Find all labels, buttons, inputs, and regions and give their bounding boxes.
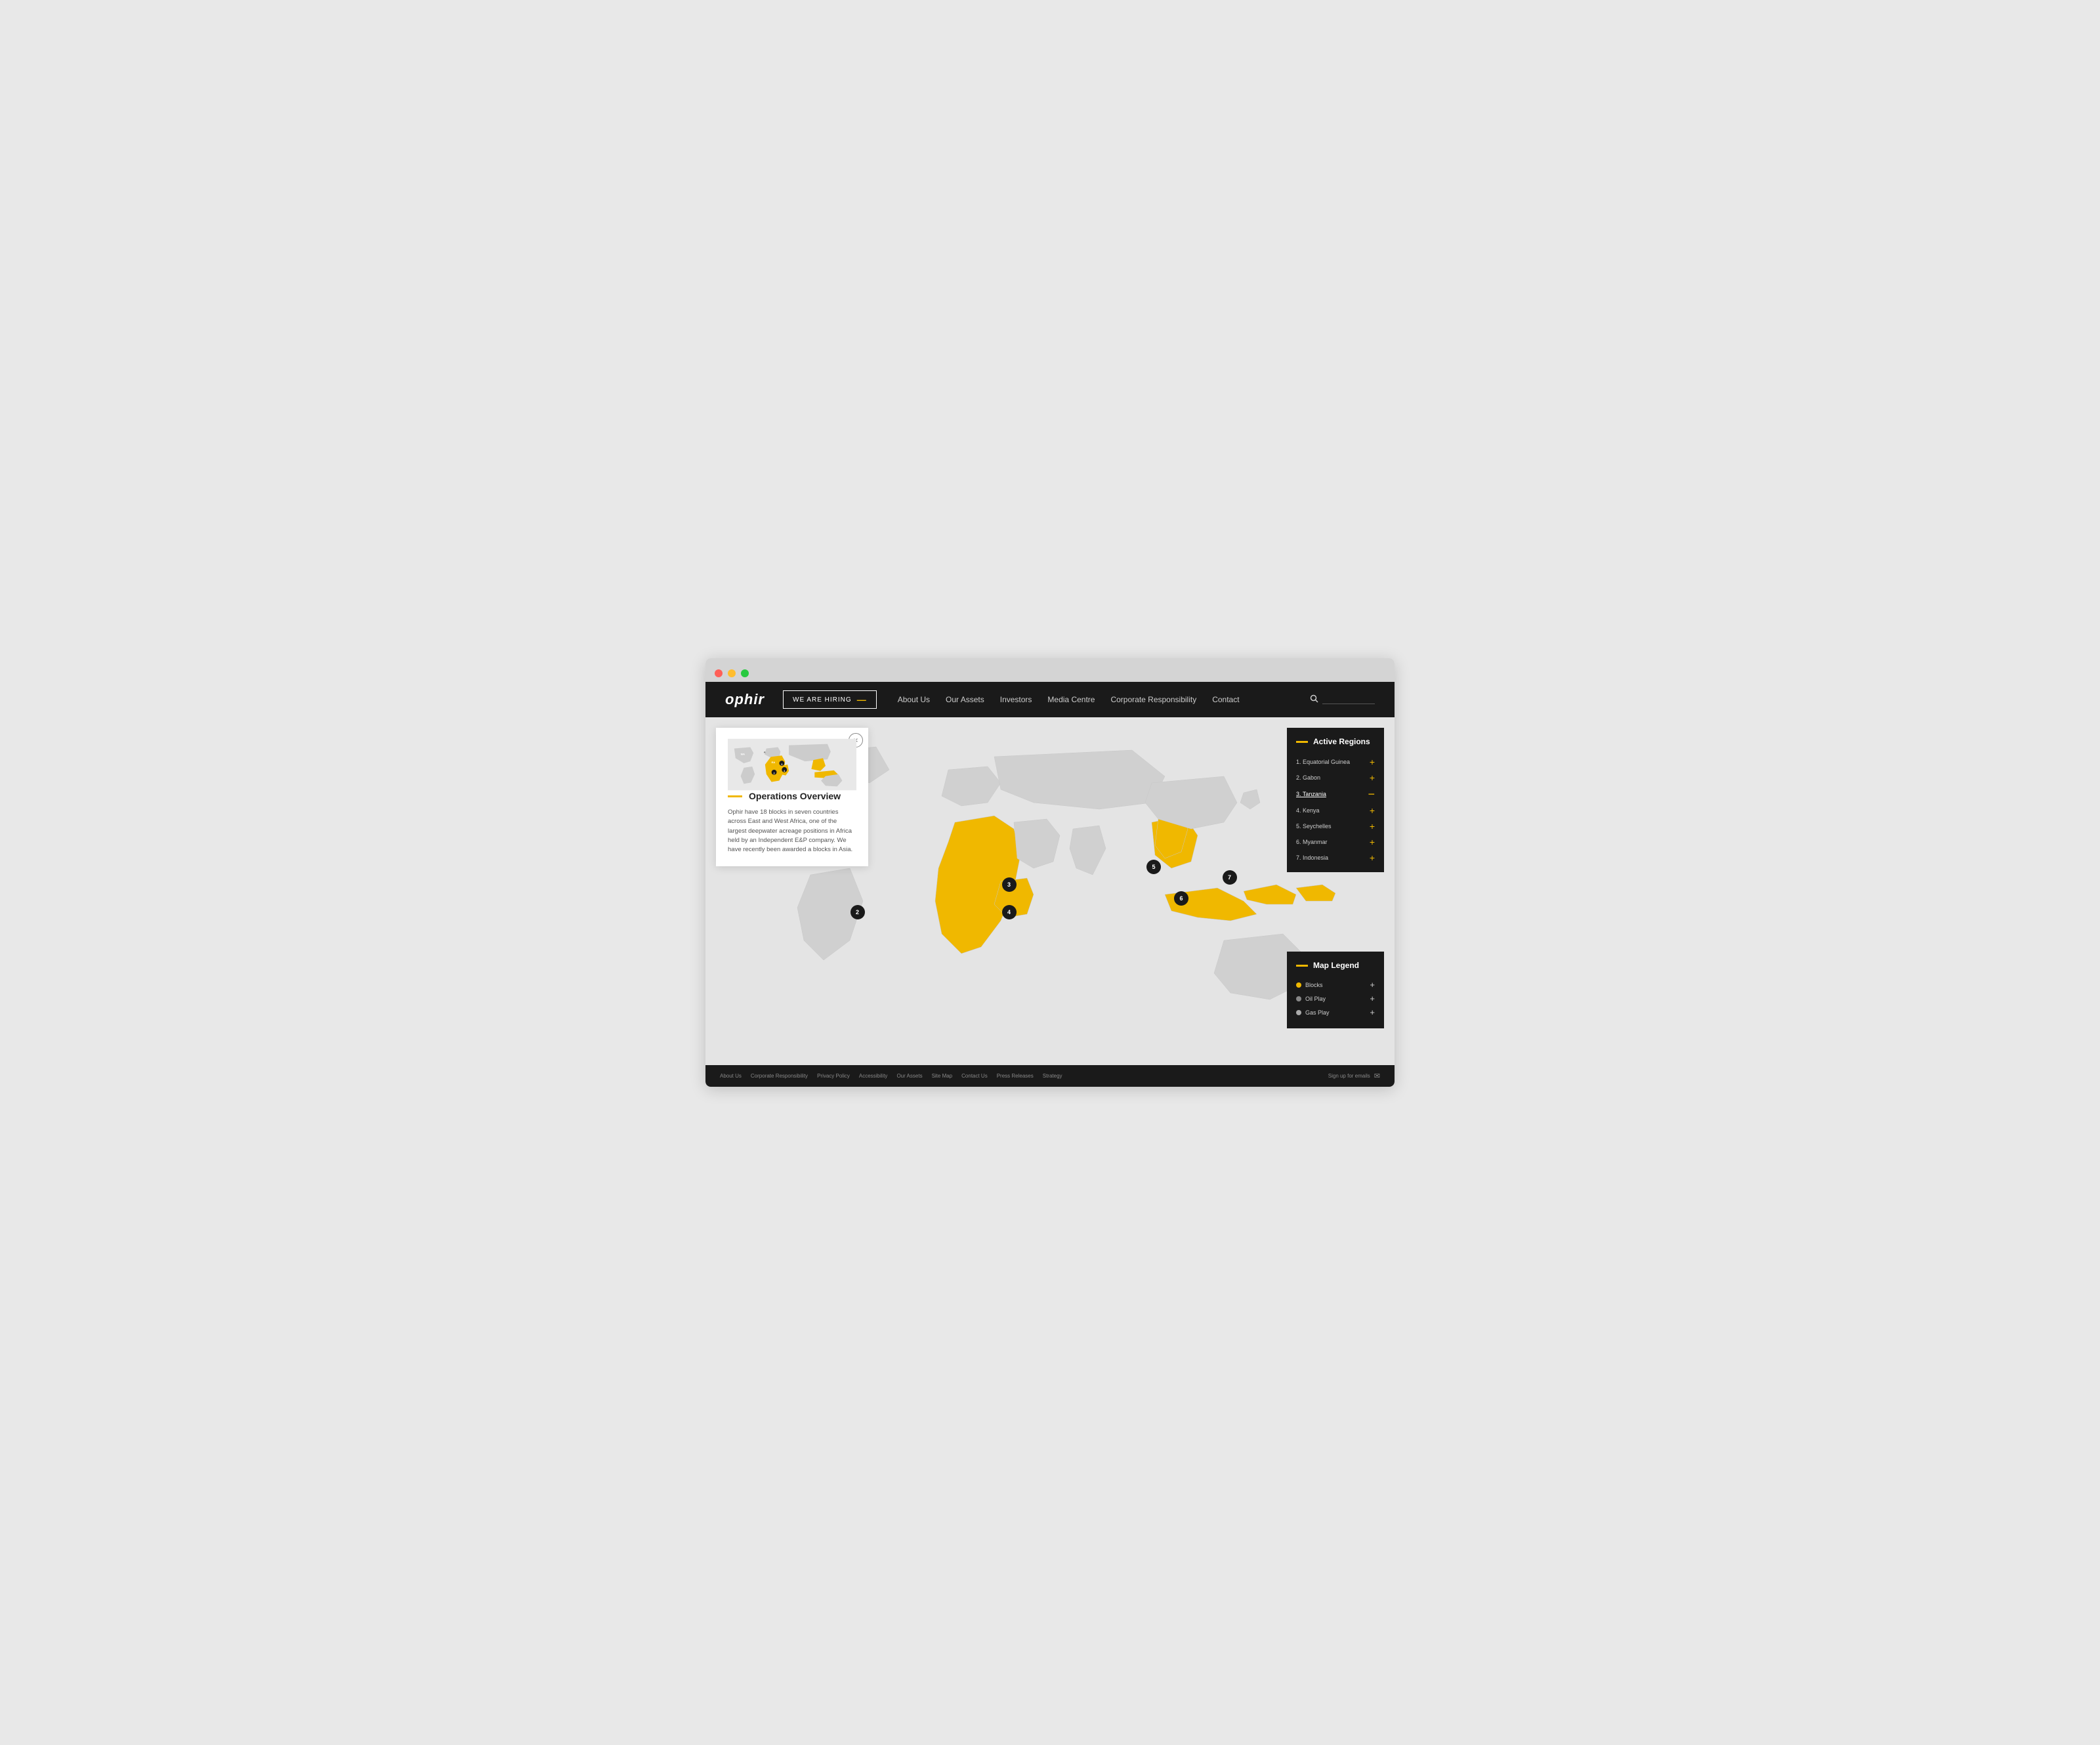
- footer-corp-responsibility[interactable]: Corporate Responsibility: [751, 1073, 808, 1079]
- legend-blocks: Blocks +: [1296, 978, 1375, 992]
- footer-accessibility[interactable]: Accessibility: [859, 1073, 888, 1079]
- map-marker-2[interactable]: 2: [850, 905, 865, 919]
- svg-text:A: A: [764, 750, 766, 753]
- panel-body: Ophir have 18 blocks in seven countries …: [728, 808, 856, 854]
- map-marker-6[interactable]: 6: [1174, 891, 1188, 906]
- region-item-4: 4. Kenya +: [1296, 803, 1375, 818]
- map-legend-panel: Map Legend Blocks + Oil Play + Gas: [1287, 952, 1384, 1028]
- legend-title: Map Legend: [1313, 961, 1359, 970]
- region-label-5: 5. Seychelles: [1296, 823, 1332, 830]
- legend-dot-oil: [1296, 996, 1301, 1001]
- region-label-3[interactable]: 3. Tanzania: [1296, 791, 1326, 797]
- site-logo: ophir: [725, 691, 765, 708]
- marker-label-6: 6: [1179, 895, 1183, 902]
- region-expand-1[interactable]: +: [1370, 757, 1375, 767]
- nav-about-us[interactable]: About Us: [898, 695, 930, 704]
- search-input[interactable]: [1322, 696, 1375, 704]
- marker-label-2: 2: [856, 909, 859, 915]
- footer: About Us Corporate Responsibility Privac…: [705, 1065, 1395, 1087]
- footer-right: Sign up for emails ✉: [1328, 1072, 1380, 1080]
- legend-oil-left: Oil Play: [1296, 996, 1326, 1002]
- legend-expand-gas[interactable]: +: [1370, 1007, 1375, 1017]
- marker-label-3: 3: [1007, 881, 1011, 888]
- svg-text:EA: EA: [772, 761, 776, 764]
- legend-label-gas: Gas Play: [1305, 1009, 1330, 1016]
- active-regions-panel: Active Regions 1. Equatorial Guinea + 2.…: [1287, 728, 1384, 872]
- region-item-7: 7. Indonesia +: [1296, 850, 1375, 866]
- mini-map: 2 3 4 WA EA A: [728, 738, 856, 791]
- footer-email-text: Sign up for emails: [1328, 1073, 1370, 1079]
- legend-expand-blocks[interactable]: +: [1370, 980, 1375, 990]
- nav-contact[interactable]: Contact: [1212, 695, 1239, 704]
- footer-strategy[interactable]: Strategy: [1043, 1073, 1062, 1079]
- marker-label-5: 5: [1152, 864, 1155, 870]
- legend-label-blocks: Blocks: [1305, 982, 1323, 988]
- footer-about-us[interactable]: About Us: [720, 1073, 742, 1079]
- region-item-6: 6. Myanmar +: [1296, 834, 1375, 850]
- navbar-search: [1310, 694, 1375, 705]
- legend-oil-play: Oil Play +: [1296, 992, 1375, 1005]
- legend-expand-oil[interactable]: +: [1370, 994, 1375, 1003]
- region-collapse-3[interactable]: −: [1368, 788, 1375, 800]
- legend-title-dash: [1296, 965, 1308, 967]
- hiring-label: WE ARE HIRING: [793, 696, 852, 704]
- legend-title-row: Map Legend: [1296, 961, 1375, 970]
- region-item-5: 5. Seychelles +: [1296, 818, 1375, 834]
- browser-dot-red[interactable]: [715, 669, 723, 677]
- region-label-1: 1. Equatorial Guinea: [1296, 759, 1350, 765]
- legend-blocks-left: Blocks: [1296, 982, 1323, 988]
- browser-dot-yellow[interactable]: [728, 669, 736, 677]
- footer-press-releases[interactable]: Press Releases: [997, 1073, 1034, 1079]
- browser-window: ophir WE ARE HIRING — About Us Our Asset…: [705, 658, 1395, 1087]
- legend-label-oil: Oil Play: [1305, 996, 1326, 1002]
- legend-dot-blocks: [1296, 982, 1301, 988]
- browser-dot-green[interactable]: [741, 669, 749, 677]
- regions-title-row: Active Regions: [1296, 737, 1375, 746]
- region-expand-4[interactable]: +: [1370, 805, 1375, 816]
- region-expand-2[interactable]: +: [1370, 772, 1375, 783]
- regions-title-dash: [1296, 741, 1308, 743]
- navbar-links: About Us Our Assets Investors Media Cent…: [898, 695, 1310, 704]
- region-item-2: 2. Gabon +: [1296, 770, 1375, 786]
- hiring-button[interactable]: WE ARE HIRING —: [783, 690, 877, 709]
- nav-corp-responsibility[interactable]: Corporate Responsibility: [1110, 695, 1196, 704]
- region-expand-5[interactable]: +: [1370, 821, 1375, 831]
- region-label-2: 2. Gabon: [1296, 774, 1320, 781]
- nav-investors[interactable]: Investors: [1000, 695, 1032, 704]
- hiring-dash: —: [857, 694, 867, 705]
- regions-title: Active Regions: [1313, 737, 1370, 746]
- panel-title-dash: [728, 795, 742, 797]
- main-map-area: ×: [705, 717, 1395, 1065]
- email-icon[interactable]: ✉: [1374, 1072, 1380, 1080]
- browser-chrome: [705, 658, 1395, 682]
- legend-dot-gas: [1296, 1010, 1301, 1015]
- footer-site-map[interactable]: Site Map: [932, 1073, 953, 1079]
- navbar: ophir WE ARE HIRING — About Us Our Asset…: [705, 682, 1395, 717]
- region-item-1: 1. Equatorial Guinea +: [1296, 754, 1375, 770]
- map-marker-3[interactable]: 3: [1002, 877, 1017, 892]
- panel-title: Operations Overview: [749, 791, 841, 801]
- legend-gas-left: Gas Play: [1296, 1009, 1330, 1016]
- svg-text:WA: WA: [741, 752, 745, 755]
- marker-label-4: 4: [1007, 909, 1011, 915]
- marker-label-7: 7: [1228, 874, 1231, 881]
- footer-our-assets[interactable]: Our Assets: [896, 1073, 922, 1079]
- region-expand-6[interactable]: +: [1370, 837, 1375, 847]
- footer-privacy-policy[interactable]: Privacy Policy: [817, 1073, 850, 1079]
- region-item-3: 3. Tanzania −: [1296, 786, 1375, 803]
- overlay-panel: ×: [716, 728, 868, 866]
- region-label-6: 6. Myanmar: [1296, 839, 1328, 845]
- legend-gas-play: Gas Play +: [1296, 1005, 1375, 1019]
- region-expand-7[interactable]: +: [1370, 852, 1375, 863]
- region-label-4: 4. Kenya: [1296, 807, 1320, 814]
- footer-contact-us[interactable]: Contact Us: [961, 1073, 988, 1079]
- nav-our-assets[interactable]: Our Assets: [946, 695, 984, 704]
- nav-media-centre[interactable]: Media Centre: [1047, 695, 1095, 704]
- map-marker-7[interactable]: 7: [1223, 870, 1237, 885]
- search-icon: [1310, 694, 1318, 705]
- region-label-7: 7. Indonesia: [1296, 854, 1328, 861]
- map-marker-4[interactable]: 4: [1002, 905, 1017, 919]
- footer-links: About Us Corporate Responsibility Privac…: [720, 1073, 1062, 1079]
- panel-title-row: Operations Overview: [728, 791, 856, 801]
